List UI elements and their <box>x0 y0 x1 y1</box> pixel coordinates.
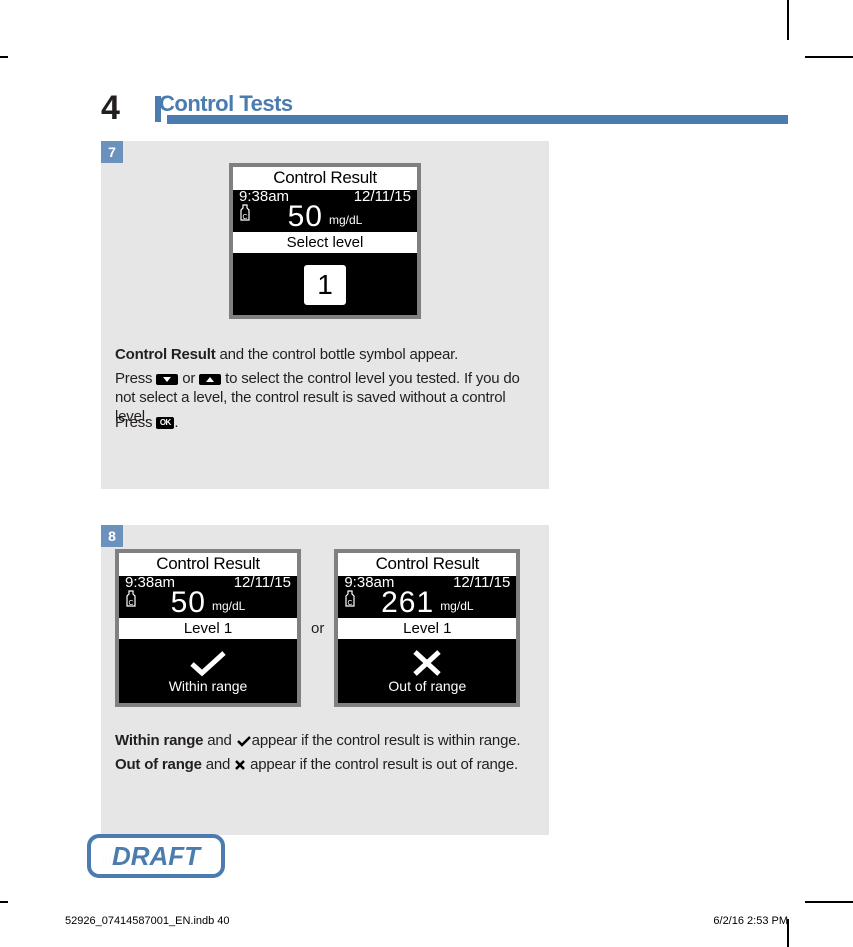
screen-reading-unit: mg/dL <box>440 599 473 613</box>
draft-stamp: DRAFT <box>87 834 225 878</box>
step7-line3: Press OK. <box>115 413 535 432</box>
step-number-badge: 7 <box>101 141 123 163</box>
screen-range-text: Within range <box>169 678 248 694</box>
step-card-8: 8 Control Result 9:38am 12/11/15 C 50 mg… <box>101 525 549 835</box>
screen-reading-value: 261 <box>381 588 434 618</box>
step8-line2: Out of range and appear if the control r… <box>115 755 535 774</box>
checkmark-icon <box>186 648 230 678</box>
chapter-number: 4 <box>101 89 120 127</box>
print-footer: 52926_07414587001_EN.indb 40 6/2/16 2:53… <box>65 915 788 927</box>
screen-title: Control Result <box>338 553 516 576</box>
step-number-badge: 8 <box>101 525 123 547</box>
page-title: Control Tests <box>159 91 788 117</box>
svg-text:C: C <box>128 600 133 607</box>
screen-title: Control Result <box>119 553 297 576</box>
footer-timestamp: 6/2/16 2:53 PM <box>713 915 788 927</box>
step7-line1: Control Result and the control bottle sy… <box>115 345 535 364</box>
x-mark-icon <box>234 759 246 771</box>
page: 4 Control Tests 7 Control Result 9:38am … <box>65 55 788 902</box>
svg-text:C: C <box>348 600 353 607</box>
step-card-7: 7 Control Result 9:38am 12/11/15 C 50 mg… <box>101 141 549 489</box>
ok-button-icon: OK <box>156 417 174 429</box>
svg-text:C: C <box>242 214 247 221</box>
device-screen-within-range: Control Result 9:38am 12/11/15 C 50 mg/d… <box>115 549 301 707</box>
screen-range-text: Out of range <box>388 678 466 694</box>
down-arrow-icon <box>156 374 178 385</box>
screen-reading-value: 50 <box>288 202 323 232</box>
screen-level-selector: 1 <box>302 263 348 307</box>
up-arrow-icon <box>199 374 221 385</box>
device-screen-select-level: Control Result 9:38am 12/11/15 C 50 mg/d… <box>229 163 421 319</box>
screen-title: Control Result <box>233 167 417 190</box>
or-text: or <box>311 620 324 637</box>
screen-level-label: Level 1 <box>338 618 516 639</box>
x-mark-icon <box>410 648 444 678</box>
step8-line1: Within range and appear if the control r… <box>115 731 535 750</box>
screen-reading-unit: mg/dL <box>329 213 362 227</box>
control-bottle-icon: C <box>239 204 251 222</box>
header-bar-long <box>167 115 788 124</box>
screen-subtitle: Select level <box>233 232 417 253</box>
device-screen-out-of-range: Control Result 9:38am 12/11/15 C 261 mg/… <box>334 549 520 707</box>
control-bottle-icon: C <box>344 590 356 608</box>
screen-reading-unit: mg/dL <box>212 599 245 613</box>
checkmark-icon <box>236 735 252 747</box>
footer-filename: 52926_07414587001_EN.indb 40 <box>65 915 230 927</box>
control-bottle-icon: C <box>125 590 137 608</box>
chapter-header: 4 Control Tests <box>101 91 788 131</box>
screen-reading-value: 50 <box>171 588 206 618</box>
screen-level-label: Level 1 <box>119 618 297 639</box>
